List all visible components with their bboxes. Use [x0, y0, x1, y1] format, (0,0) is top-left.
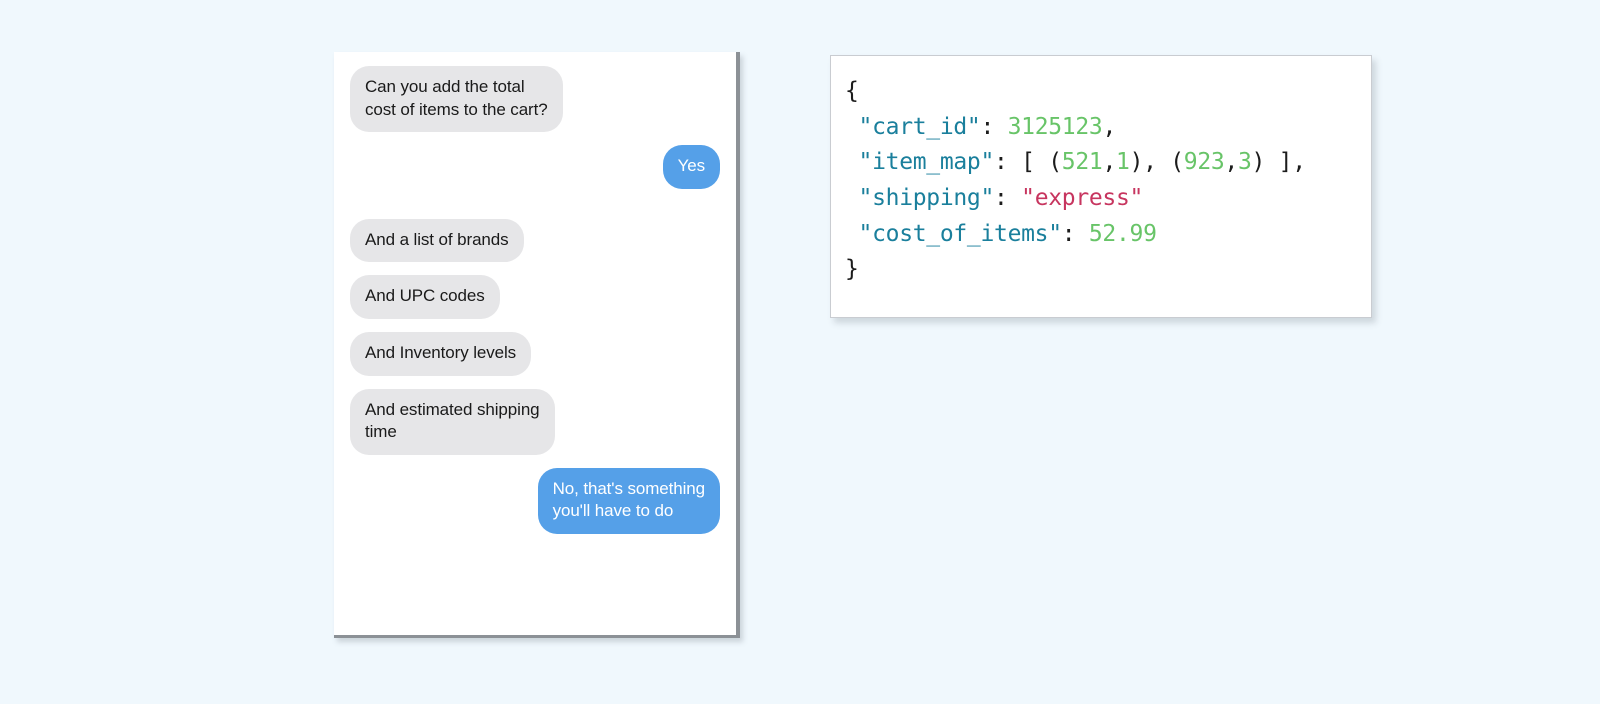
json-number: 52.99: [1088, 220, 1157, 247]
json-punctuation: :: [994, 184, 1022, 211]
message-row: And Inventory levels: [338, 332, 720, 376]
json-punctuation: :: [1061, 220, 1089, 247]
message-row: No, that's something you'll have to do: [350, 467, 732, 535]
json-number: 923: [1183, 149, 1225, 176]
message-row: And a list of brands: [339, 218, 720, 263]
json-number: 1: [1116, 149, 1130, 176]
json-key: "cart_id": [845, 113, 981, 140]
message-bubble-incoming[interactable]: Can you add the total cost of items to t…: [339, 66, 563, 133]
json-number: 3125123: [1007, 113, 1103, 140]
message-row: Yes: [350, 145, 732, 189]
message-row: Can you add the total cost of items to t…: [339, 66, 720, 133]
json-punctuation: {: [845, 78, 859, 104]
json-key: "shipping": [845, 184, 995, 211]
json-punctuation: ,: [1102, 113, 1116, 140]
json-punctuation: ), (: [1129, 149, 1185, 176]
json-string: "express": [1021, 184, 1144, 211]
message-row: And UPC codes: [339, 275, 720, 320]
message-bubble-incoming[interactable]: And UPC codes: [339, 275, 500, 320]
json-key: "item_map": [845, 149, 995, 176]
json-punctuation: ,: [1224, 149, 1238, 176]
json-punctuation: : [ (: [994, 149, 1062, 176]
json-code-block[interactable]: { "cart_id": 3125123, "item_map": [ (521…: [831, 56, 1371, 288]
json-punctuation: :: [980, 113, 1008, 140]
json-punctuation: }: [845, 256, 859, 283]
message-bubble-outgoing[interactable]: Yes: [662, 145, 732, 189]
json-key: "cost_of_items": [845, 220, 1063, 247]
json-code-panel: { "cart_id": 3125123, "item_map": [ (521…: [830, 55, 1372, 318]
json-number: 521: [1061, 149, 1103, 176]
message-bubble-incoming[interactable]: And Inventory levels: [338, 332, 532, 376]
chat-message-list[interactable]: Can you add the total cost of items to t…: [334, 52, 736, 635]
message-bubble-incoming[interactable]: And estimated shipping time: [339, 388, 555, 456]
message-bubble-outgoing[interactable]: No, that's something you'll have to do: [537, 467, 732, 535]
message-row: And estimated shipping time: [339, 388, 720, 456]
message-bubble-incoming[interactable]: And a list of brands: [339, 218, 524, 263]
json-number: 3: [1237, 149, 1252, 176]
json-punctuation: ,: [1102, 149, 1116, 176]
json-punctuation: ) ],: [1251, 149, 1307, 176]
chat-panel: Can you add the total cost of items to t…: [334, 52, 740, 638]
